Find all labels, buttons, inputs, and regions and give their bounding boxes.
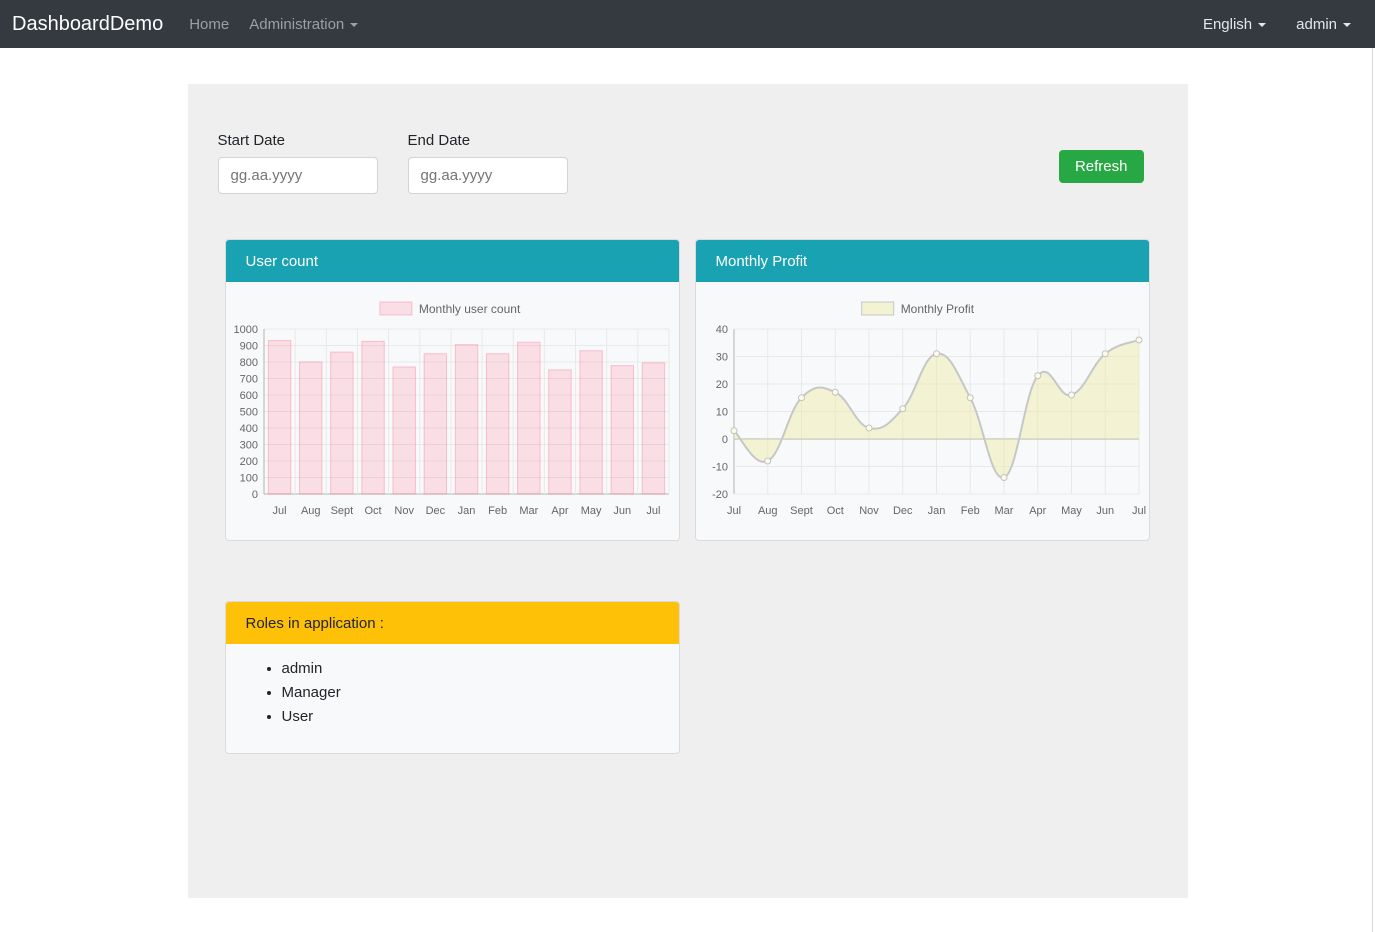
end-date-label: End Date <box>408 132 568 149</box>
refresh-button[interactable]: Refresh <box>1059 150 1144 183</box>
svg-text:20: 20 <box>715 379 727 391</box>
charts-row: User count 01002003004005006007008009001… <box>225 239 1151 541</box>
svg-text:Monthly user count: Monthly user count <box>418 302 520 316</box>
svg-text:Monthly Profit: Monthly Profit <box>900 302 974 316</box>
svg-text:-10: -10 <box>712 462 728 474</box>
user-count-panel-body: 0 100 200 300 400 500 600 700 800 900 1000 Jul Aug Se… <box>226 282 679 540</box>
svg-text:500: 500 <box>239 407 257 419</box>
monthly-profit-panel-title: Monthly Profit <box>716 253 808 270</box>
svg-text:Dec: Dec <box>425 505 445 517</box>
role-item: Manager <box>282 684 659 701</box>
svg-text:0: 0 <box>251 489 257 501</box>
monthly-profit-line-chart: -20 -10 0 10 20 30 40 Jul Aug Sept Oct Nov Dec Jan Feb… <box>696 282 1149 538</box>
svg-text:Nov: Nov <box>859 505 879 517</box>
svg-text:40: 40 <box>715 324 727 336</box>
svg-text:Jul: Jul <box>726 505 740 517</box>
svg-text:Mar: Mar <box>994 505 1013 517</box>
nav-item-home-label: Home <box>189 16 229 33</box>
nav-menu: Home Administration <box>181 8 366 41</box>
user-dropdown-label: admin <box>1296 16 1337 33</box>
monthly-profit-panel-body: -20 -10 0 10 20 30 40 Jul Aug Sept Oct Nov Dec Jan Feb… <box>696 282 1149 540</box>
svg-text:Jan: Jan <box>927 505 945 517</box>
svg-text:Jul: Jul <box>646 505 660 517</box>
scrollbar[interactable] <box>1372 48 1373 932</box>
svg-text:700: 700 <box>239 374 257 386</box>
svg-text:Sept: Sept <box>790 505 813 517</box>
svg-text:Feb: Feb <box>960 505 979 517</box>
svg-text:-20: -20 <box>712 489 728 501</box>
user-count-panel-title: User count <box>246 253 319 270</box>
svg-text:10: 10 <box>715 407 727 419</box>
date-filter-form: Start Date End Date Refresh <box>218 132 1158 194</box>
svg-text:Feb: Feb <box>488 505 507 517</box>
svg-text:Apr: Apr <box>1029 505 1046 517</box>
roles-row: Roles in application : admin Manager User <box>225 601 1151 754</box>
start-date-label: Start Date <box>218 132 378 149</box>
svg-text:May: May <box>580 505 601 517</box>
user-count-panel-header: User count <box>226 240 679 282</box>
svg-text:800: 800 <box>239 357 257 369</box>
roles-list: admin Manager User <box>246 660 659 725</box>
nav-item-administration-label: Administration <box>249 16 344 33</box>
chevron-down-icon <box>1258 23 1266 27</box>
role-item: admin <box>282 660 659 677</box>
chevron-down-icon <box>1343 23 1351 27</box>
language-dropdown-label: English <box>1203 16 1252 33</box>
svg-text:Jul: Jul <box>1131 505 1145 517</box>
nav-item-administration[interactable]: Administration <box>241 8 366 41</box>
svg-text:Sept: Sept <box>330 505 353 517</box>
svg-text:Nov: Nov <box>394 505 414 517</box>
role-item: User <box>282 708 659 725</box>
start-date-field-group: Start Date <box>218 132 378 194</box>
svg-text:900: 900 <box>239 341 257 353</box>
svg-text:0: 0 <box>721 434 727 446</box>
svg-text:Jul: Jul <box>272 505 286 517</box>
svg-text:Oct: Oct <box>826 505 843 517</box>
svg-text:Aug: Aug <box>300 505 320 517</box>
nav-item-home[interactable]: Home <box>181 8 237 41</box>
roles-panel: Roles in application : admin Manager User <box>225 601 680 754</box>
language-dropdown[interactable]: English <box>1195 8 1274 41</box>
main-container: Start Date End Date Refresh User count 0… <box>188 84 1188 898</box>
svg-text:300: 300 <box>239 440 257 452</box>
svg-text:Jan: Jan <box>457 505 475 517</box>
svg-text:1000: 1000 <box>233 324 257 336</box>
roles-panel-header: Roles in application : <box>226 602 679 644</box>
svg-text:Jun: Jun <box>613 505 631 517</box>
svg-text:May: May <box>1061 505 1082 517</box>
user-count-panel: User count 0 100 200 300 400 500 600 700 800 900 1… <box>225 239 680 541</box>
svg-text:Apr: Apr <box>551 505 568 517</box>
navbar: DashboardDemo Home Administration Englis… <box>0 0 1375 48</box>
svg-text:200: 200 <box>239 456 257 468</box>
nav-right-menu: English admin <box>1195 8 1359 41</box>
svg-text:30: 30 <box>715 352 727 364</box>
svg-text:600: 600 <box>239 390 257 402</box>
end-date-input[interactable] <box>408 157 568 194</box>
brand[interactable]: DashboardDemo <box>12 13 163 36</box>
svg-text:Dec: Dec <box>892 505 912 517</box>
svg-text:100: 100 <box>239 473 257 485</box>
monthly-profit-panel: Monthly Profit -20 -10 0 10 20 30 40 Jul Aug Sept… <box>695 239 1150 541</box>
roles-panel-body: admin Manager User <box>226 644 679 753</box>
start-date-input[interactable] <box>218 157 378 194</box>
monthly-profit-panel-header: Monthly Profit <box>696 240 1149 282</box>
svg-text:400: 400 <box>239 423 257 435</box>
monthly-user-count-bar-chart: 0 100 200 300 400 500 600 700 800 900 1000 Jul Aug Se… <box>226 282 679 538</box>
svg-text:Oct: Oct <box>364 505 381 517</box>
user-dropdown[interactable]: admin <box>1288 8 1359 41</box>
chevron-down-icon <box>350 23 358 27</box>
svg-text:Jun: Jun <box>1096 505 1114 517</box>
svg-text:Aug: Aug <box>757 505 777 517</box>
roles-panel-title: Roles in application : <box>246 615 384 632</box>
end-date-field-group: End Date <box>408 132 568 194</box>
svg-text:Mar: Mar <box>519 505 538 517</box>
